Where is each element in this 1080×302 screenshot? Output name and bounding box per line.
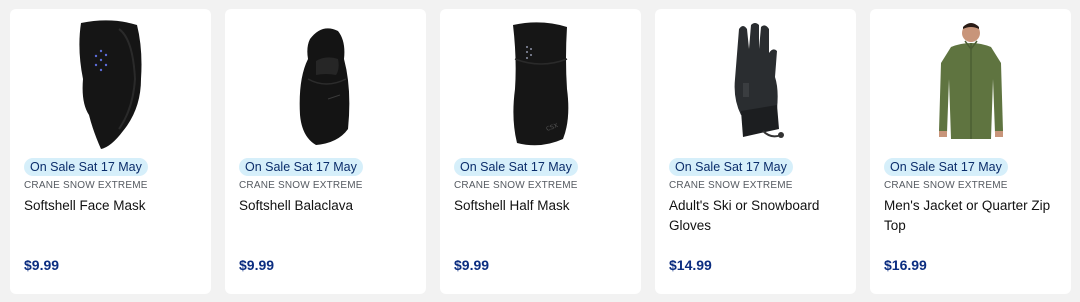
product-card[interactable]: On Sale Sat 17 May CRANE SNOW EXTREME Me… xyxy=(870,9,1071,294)
product-price: $14.99 xyxy=(669,257,712,273)
product-price: $9.99 xyxy=(454,257,490,273)
product-price: $9.99 xyxy=(239,257,275,273)
product-card[interactable]: CSX On Sale Sat 17 May CRANE SNOW EXTREM… xyxy=(440,9,641,294)
jacket-image[interactable] xyxy=(870,9,1071,159)
product-title[interactable]: Softshell Half Mask xyxy=(454,196,634,216)
product-card[interactable]: On Sale Sat 17 May CRANE SNOW EXTREME So… xyxy=(10,9,211,294)
gloves-image[interactable] xyxy=(655,9,856,159)
product-price: $9.99 xyxy=(24,257,60,273)
product-title[interactable]: Softshell Face Mask xyxy=(24,196,204,216)
brand-label: CRANE SNOW EXTREME xyxy=(669,180,793,191)
half-mask-image[interactable]: CSX xyxy=(440,9,641,159)
brand-label: CRANE SNOW EXTREME xyxy=(239,180,363,191)
product-card[interactable]: On Sale Sat 17 May CRANE SNOW EXTREME Ad… xyxy=(655,9,856,294)
brand-label: CRANE SNOW EXTREME xyxy=(884,180,1008,191)
brand-label: CRANE SNOW EXTREME xyxy=(454,180,578,191)
product-row: On Sale Sat 17 May CRANE SNOW EXTREME So… xyxy=(10,9,1071,294)
sale-badge: On Sale Sat 17 May xyxy=(884,158,1008,176)
brand-label: CRANE SNOW EXTREME xyxy=(24,180,148,191)
sale-badge: On Sale Sat 17 May xyxy=(239,158,363,176)
product-title[interactable]: Men's Jacket or Quarter Zip Top xyxy=(884,196,1064,236)
sale-badge: On Sale Sat 17 May xyxy=(24,158,148,176)
face-mask-image[interactable] xyxy=(10,9,211,159)
sale-badge: On Sale Sat 17 May xyxy=(669,158,793,176)
product-title[interactable]: Softshell Balaclava xyxy=(239,196,419,216)
product-card[interactable]: On Sale Sat 17 May CRANE SNOW EXTREME So… xyxy=(225,9,426,294)
balaclava-image[interactable] xyxy=(225,9,426,159)
product-title[interactable]: Adult's Ski or Snowboard Gloves xyxy=(669,196,849,236)
sale-badge: On Sale Sat 17 May xyxy=(454,158,578,176)
product-price: $16.99 xyxy=(884,257,927,273)
